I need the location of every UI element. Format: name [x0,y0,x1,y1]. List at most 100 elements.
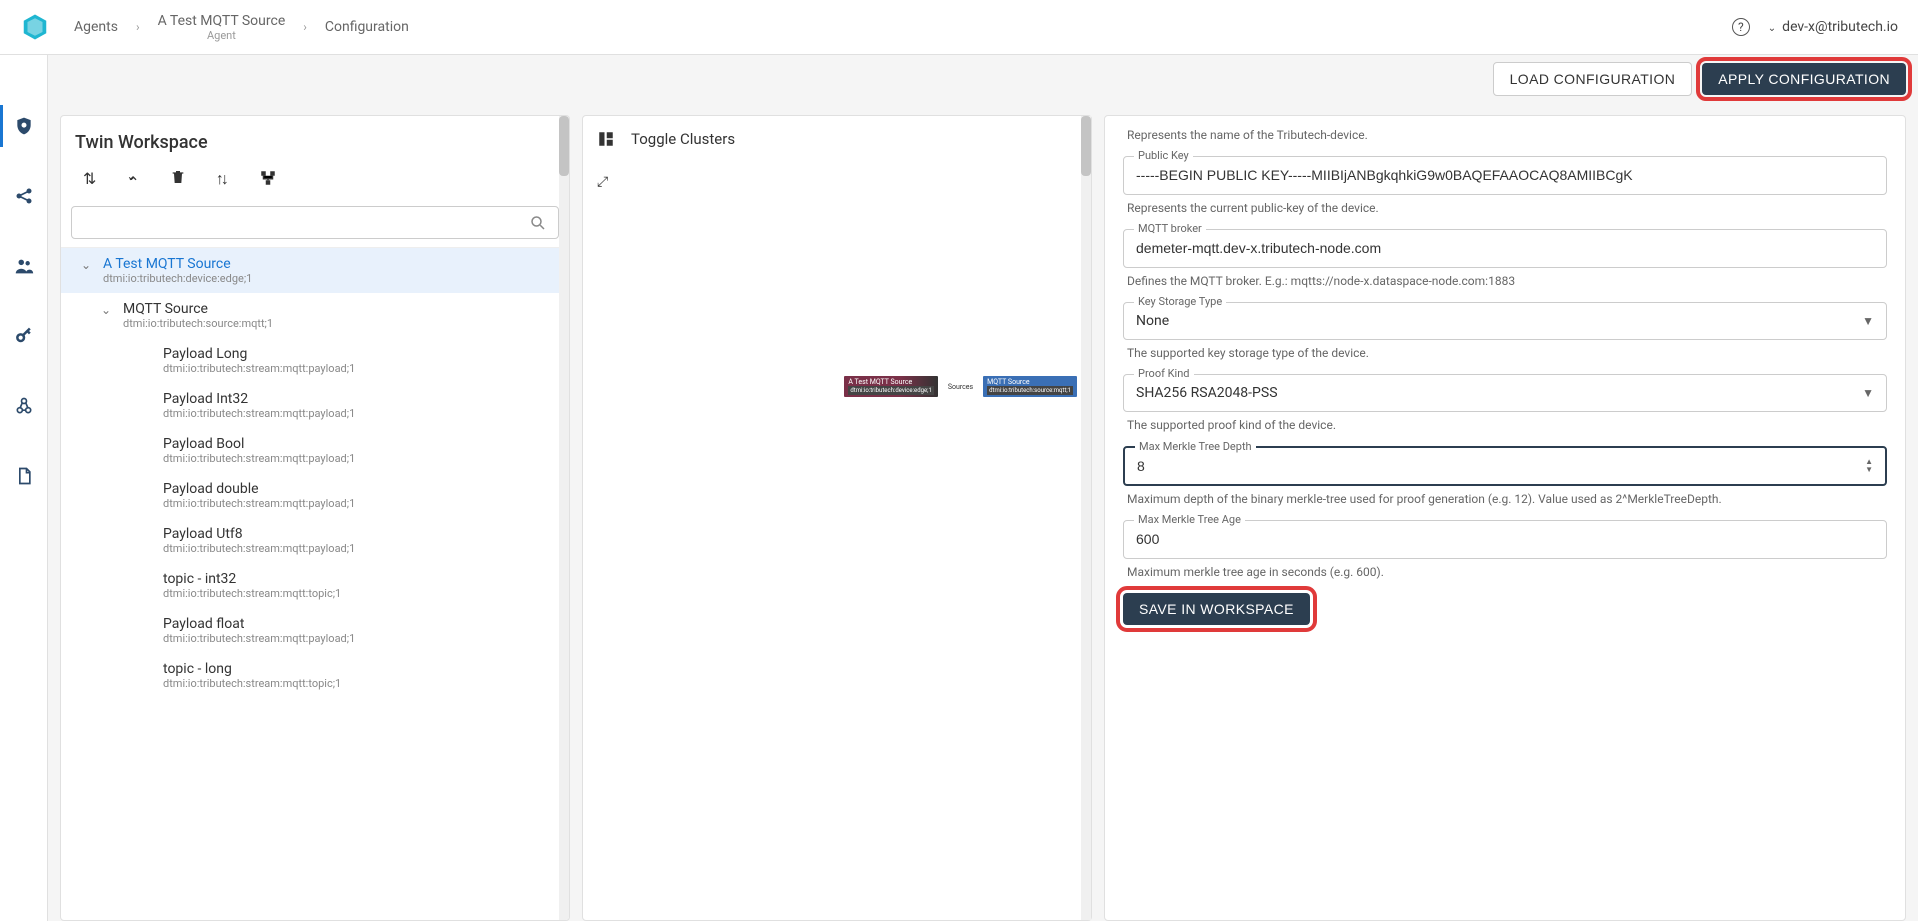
cluster-scrollbar[interactable] [1081,116,1091,920]
chevron-down-icon[interactable]: ⌄ [81,258,93,272]
tree-item[interactable]: Payload doubledtmi:io:tributech:stream:m… [61,473,569,518]
shield-icon[interactable] [13,115,35,137]
max-merkle-depth-help: Maximum depth of the binary merkle-tree … [1127,492,1883,506]
chevron-right-icon: › [136,20,140,34]
number-stepper[interactable]: ▲▼ [1865,458,1873,474]
max-merkle-depth-field[interactable]: Max Merkle Tree Depth ▲▼ [1123,446,1887,486]
share-icon[interactable] [13,185,35,207]
crumb-agent-title: A Test MQTT Source [158,13,286,29]
twin-workspace-panel: Twin Workspace ⇅ ⌄⌃ ↑↓ [60,115,570,921]
proof-kind-select[interactable]: Proof Kind SHA256 RSA2048-PSS ▼ [1123,374,1887,412]
search-icon[interactable] [529,214,547,232]
tree-item[interactable]: Payload Booldtmi:io:tributech:stream:mqt… [61,428,569,473]
key-storage-type-value: None [1136,313,1862,329]
graph-node-source-label: MQTT Source [987,378,1029,386]
graph-node-device[interactable]: A Test MQTT Source dtmi:io:tributech:dev… [844,376,937,397]
document-icon[interactable] [13,465,35,487]
mqtt-broker-field[interactable]: MQTT broker [1123,229,1887,268]
tree-item-sub: dtmi:io:tributech:stream:mqtt:payload;1 [163,542,355,555]
tree-item[interactable]: Payload floatdtmi:io:tributech:stream:mq… [61,608,569,653]
max-merkle-age-label: Max Merkle Tree Age [1134,513,1245,526]
crumb-agents[interactable]: Agents [74,19,118,35]
grid-icon [597,130,615,148]
swap-icon[interactable]: ↑↓ [216,169,229,192]
key-icon[interactable] [13,325,35,347]
max-merkle-age-help: Maximum merkle tree age in seconds (e.g.… [1127,565,1883,579]
webhook-icon[interactable] [13,395,35,417]
tree-search-input[interactable] [71,206,559,239]
tree-item[interactable]: Payload Utf8dtmi:io:tributech:stream:mqt… [61,518,569,563]
save-in-workspace-button[interactable]: SAVE IN WORKSPACE [1123,593,1310,625]
mqtt-broker-input[interactable] [1136,240,1874,256]
tree-toolbar: ⇅ ⌄⌃ ↑↓ [61,163,569,206]
toggle-clusters-header[interactable]: Toggle Clusters [597,130,1077,148]
tree-root[interactable]: ⌄ A Test MQTT Source dtmi:io:tributech:d… [61,248,569,293]
graph-node-device-sub: dtmi:io:tributech:device:edge;1 [848,386,933,395]
users-icon[interactable] [13,255,35,277]
app-logo [20,12,50,42]
chevron-down-icon: ▼ [1862,314,1874,328]
top-bar: Agents › A Test MQTT Source Agent › Conf… [0,0,1918,55]
cluster-graph[interactable]: A Test MQTT Source dtmi:io:tributech:dev… [844,376,1077,397]
tree-item-sub: dtmi:io:tributech:stream:mqtt:payload;1 [163,497,355,510]
tree-source-sub: dtmi:io:tributech:source:mqtt;1 [123,317,273,330]
chevron-down-icon[interactable]: ⌄ [101,303,113,317]
load-configuration-button[interactable]: LOAD CONFIGURATION [1493,62,1693,96]
public-key-field[interactable]: Public Key [1123,156,1887,195]
max-merkle-age-field[interactable]: Max Merkle Tree Age [1123,520,1887,559]
tree-item-title: Payload Bool [163,436,355,452]
crumb-current: Configuration [325,19,409,35]
graph-node-source[interactable]: MQTT Source dtmi:io:tributech:source:mqt… [983,376,1077,397]
side-nav [0,55,48,921]
fullscreen-icon[interactable]: ⤢ [597,174,1077,190]
graph-icon[interactable] [259,169,277,192]
tree-item[interactable]: topic - longdtmi:io:tributech:stream:mqt… [61,653,569,698]
tree-item-title: Payload Int32 [163,391,355,407]
cluster-panel: Toggle Clusters ⤢ A Test MQTT Source dtm… [582,115,1092,921]
key-storage-type-select[interactable]: Key Storage Type None ▼ [1123,302,1887,340]
user-menu[interactable]: ⌄dev-x@tributech.io [1768,19,1898,35]
twin-tree: ⌄ A Test MQTT Source dtmi:io:tributech:d… [61,247,569,920]
tree-search-wrapper [61,206,569,247]
graph-node-source-sub: dtmi:io:tributech:source:mqtt;1 [987,386,1073,395]
tree-item-title: Payload Utf8 [163,526,355,542]
tree-item-sub: dtmi:io:tributech:stream:mqtt:topic;1 [163,677,341,690]
proof-kind-value: SHA256 RSA2048-PSS [1136,385,1862,401]
tree-item[interactable]: Payload Int32dtmi:io:tributech:stream:mq… [61,383,569,428]
tree-item-sub: dtmi:io:tributech:stream:mqtt:payload;1 [163,632,355,645]
graph-node-device-label: A Test MQTT Source [848,378,912,386]
mqtt-broker-help: Defines the MQTT broker. E.g.: mqtts://n… [1127,274,1883,288]
tree-item[interactable]: Payload Longdtmi:io:tributech:stream:mqt… [61,338,569,383]
user-email: dev-x@tributech.io [1782,19,1898,35]
tree-item-sub: dtmi:io:tributech:stream:mqtt:payload;1 [163,452,355,465]
tree-item[interactable]: topic - int32dtmi:io:tributech:stream:mq… [61,563,569,608]
breadcrumb: Agents › A Test MQTT Source Agent › Conf… [74,13,1732,42]
collapse-icon[interactable]: ⌄⌃ [126,169,139,192]
tree-source-title: MQTT Source [123,301,273,317]
twin-workspace-title: Twin Workspace [61,116,569,163]
max-merkle-depth-label: Max Merkle Tree Depth [1135,440,1256,453]
public-key-label: Public Key [1134,149,1193,162]
key-storage-type-help: The supported key storage type of the de… [1127,346,1883,360]
trash-icon[interactable] [170,169,186,192]
crumb-agent-item[interactable]: A Test MQTT Source Agent [158,13,286,42]
topbar-right: ? ⌄dev-x@tributech.io [1732,18,1898,36]
name-help: Represents the name of the Tributech-dev… [1127,128,1883,142]
action-bar: LOAD CONFIGURATION APPLY CONFIGURATION [48,55,1918,103]
tree-scrollbar[interactable] [559,116,569,920]
chevron-right-icon: › [303,20,307,34]
apply-configuration-button[interactable]: APPLY CONFIGURATION [1702,63,1906,95]
tree-source[interactable]: ⌄ MQTT Source dtmi:io:tributech:source:m… [61,293,569,338]
toggle-clusters-label: Toggle Clusters [631,130,735,148]
tree-item-title: Payload Long [163,346,355,362]
tree-root-sub: dtmi:io:tributech:device:edge;1 [103,272,252,285]
key-storage-type-label: Key Storage Type [1134,295,1226,308]
expand-collapse-icon[interactable]: ⇅ [83,169,96,192]
public-key-input[interactable] [1136,167,1874,183]
config-form-panel: Represents the name of the Tributech-dev… [1104,115,1906,921]
help-icon[interactable]: ? [1732,18,1750,36]
max-merkle-age-input[interactable] [1136,531,1874,547]
max-merkle-depth-input[interactable] [1137,458,1865,474]
tree-item-title: topic - int32 [163,571,341,587]
mqtt-broker-label: MQTT broker [1134,222,1206,235]
